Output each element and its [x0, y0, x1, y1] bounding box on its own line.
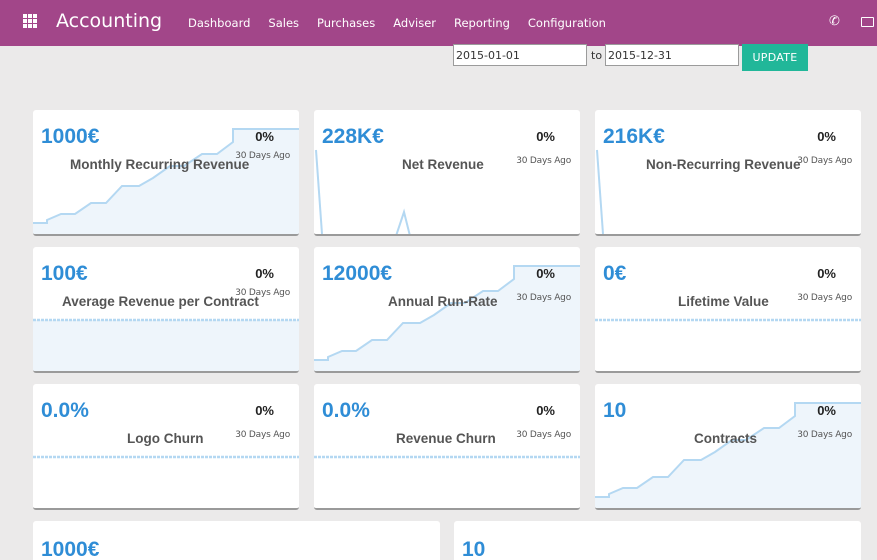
kpi-label: Net Revenue — [402, 157, 484, 172]
kpi-change: 0% — [817, 129, 836, 144]
kpi-value: 1000€ — [41, 125, 100, 148]
kpi-value: 100€ — [41, 262, 88, 285]
kpi-card-annual-run-rate[interactable]: 12000€ 0% 30 Days Ago Annual Run-Rate — [314, 247, 580, 373]
kpi-change: 0% — [255, 403, 274, 418]
kpi-label: Annual Run-Rate — [388, 294, 498, 309]
kpi-card-bottom-right[interactable]: 10 — [454, 521, 861, 560]
kpi-value: 0.0% — [322, 399, 370, 422]
phone-icon[interactable]: ✆ — [829, 13, 840, 29]
kpi-card-logo-churn[interactable]: 0.0% 0% 30 Days Ago Logo Churn — [33, 384, 299, 510]
menu-item-reporting[interactable]: Reporting — [454, 16, 510, 30]
kpi-period: 30 Days Ago — [797, 293, 852, 303]
kpi-period: 30 Days Ago — [235, 430, 290, 440]
kpi-card-contracts[interactable]: 10 0% 30 Days Ago Contracts — [595, 384, 861, 510]
kpi-value: 0€ — [603, 262, 627, 285]
kpi-value: 228K€ — [322, 125, 384, 148]
kpi-card-lifetime-value[interactable]: 0€ 0% 30 Days Ago Lifetime Value — [595, 247, 861, 373]
kpi-label: Contracts — [694, 431, 758, 446]
kpi-period: 30 Days Ago — [797, 430, 852, 440]
kpi-period: 30 Days Ago — [516, 430, 571, 440]
app-title: Accounting — [56, 10, 163, 32]
kpi-value: 216K€ — [603, 125, 665, 148]
kpi-value: 0.0% — [41, 399, 89, 422]
main-menu: Dashboard Sales Purchases Adviser Report… — [188, 16, 624, 30]
mail-icon[interactable] — [861, 17, 874, 27]
date-from-input[interactable]: 2015-01-01 — [453, 44, 587, 66]
kpi-value: 10 — [603, 399, 627, 422]
kpi-card-bottom-left[interactable]: 1000€ — [33, 521, 440, 560]
kpi-period: 30 Days Ago — [516, 293, 571, 303]
kpi-label: Lifetime Value — [678, 294, 769, 309]
menu-item-dashboard[interactable]: Dashboard — [188, 16, 250, 30]
kpi-period: 30 Days Ago — [516, 156, 571, 166]
top-navbar: Accounting Dashboard Sales Purchases Adv… — [0, 0, 877, 46]
kpi-period: 30 Days Ago — [797, 156, 852, 166]
menu-item-configuration[interactable]: Configuration — [528, 16, 606, 30]
kpi-change: 0% — [817, 266, 836, 281]
menu-item-purchases[interactable]: Purchases — [317, 16, 375, 30]
kpi-change: 0% — [536, 129, 555, 144]
kpi-card-revenue-churn[interactable]: 0.0% 0% 30 Days Ago Revenue Churn — [314, 384, 580, 510]
kpi-card-mrr[interactable]: 1000€ 0% 30 Days Ago Monthly Recurring R… — [33, 110, 299, 236]
kpi-label: Logo Churn — [127, 431, 204, 446]
kpi-value: 12000€ — [322, 262, 393, 285]
kpi-label: Average Revenue per Contract — [62, 294, 259, 309]
apps-menu-icon[interactable] — [23, 14, 37, 28]
kpi-label: Monthly Recurring Revenue — [70, 157, 250, 172]
kpi-value: 1000€ — [41, 538, 100, 560]
menu-item-sales[interactable]: Sales — [268, 16, 299, 30]
kpi-change: 0% — [255, 129, 274, 144]
menu-item-adviser[interactable]: Adviser — [393, 16, 436, 30]
kpi-label: Revenue Churn — [396, 431, 496, 446]
update-button[interactable]: UPDATE — [742, 44, 808, 71]
kpi-change: 0% — [817, 403, 836, 418]
kpi-card-non-recurring[interactable]: 216K€ 0% 30 Days Ago Non-Recurring Reven… — [595, 110, 861, 236]
kpi-value: 10 — [462, 538, 486, 560]
kpi-card-arpc[interactable]: 100€ 0% 30 Days Ago Average Revenue per … — [33, 247, 299, 373]
kpi-change: 0% — [255, 266, 274, 281]
kpi-change: 0% — [536, 266, 555, 281]
to-label: to — [591, 49, 603, 62]
kpi-change: 0% — [536, 403, 555, 418]
date-to-input[interactable]: 2015-12-31 — [605, 44, 739, 66]
kpi-label: Non-Recurring Revenue — [646, 157, 801, 172]
kpi-card-net-revenue[interactable]: 228K€ 0% 30 Days Ago Net Revenue — [314, 110, 580, 236]
